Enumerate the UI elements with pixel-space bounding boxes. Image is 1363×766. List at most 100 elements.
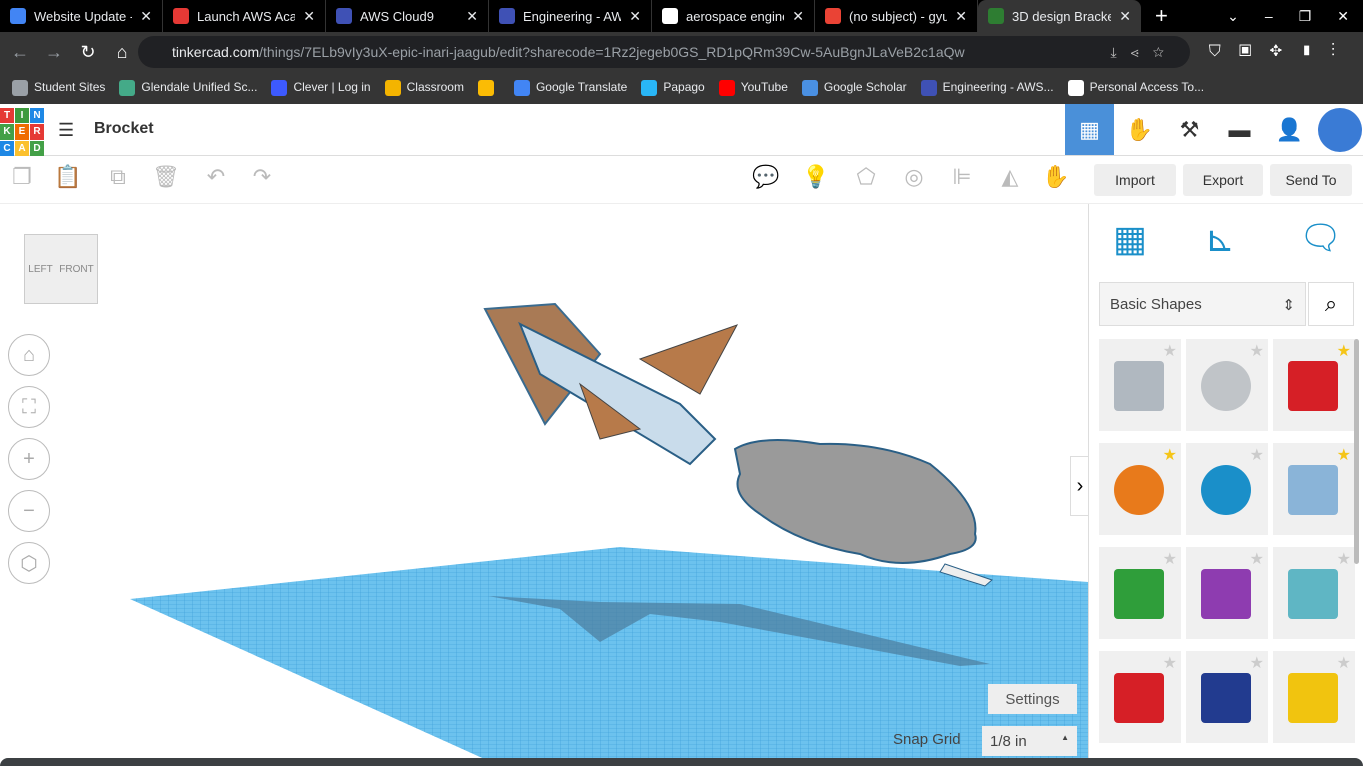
bookmark-item[interactable]: Glendale Unified Sc...: [119, 80, 257, 96]
align-icon[interactable]: ⊫: [946, 164, 978, 196]
browser-tab[interactable]: (no subject) - gyun ✕: [815, 0, 978, 32]
favorite-star-icon[interactable]: ★: [1250, 341, 1264, 361]
view-cube[interactable]: LEFT FRONT: [24, 234, 98, 304]
bookmark-item[interactable]: Engineering - AWS...: [920, 80, 1054, 96]
3d-view-button[interactable]: ▦: [1065, 104, 1114, 155]
copy-icon[interactable]: ❐: [6, 164, 38, 196]
bookmark-item[interactable]: Clever | Log in: [271, 80, 371, 96]
shape-category-select[interactable]: Basic Shapes ⇕: [1099, 282, 1306, 326]
zoom-in-icon[interactable]: +: [8, 438, 50, 480]
tab-search-icon[interactable]: ⌄: [1227, 8, 1239, 25]
bookmark-item[interactable]: [477, 80, 500, 96]
forward-icon[interactable]: →: [38, 42, 70, 63]
browser-tab[interactable]: Launch AWS Acad ✕: [163, 0, 326, 32]
cruise-icon[interactable]: ✋: [1040, 164, 1072, 196]
search-shapes-button[interactable]: ⌕: [1308, 282, 1354, 326]
favorite-star-icon[interactable]: ★: [1337, 549, 1351, 569]
restore-icon[interactable]: ❐: [1299, 8, 1312, 25]
group-icon[interactable]: ⬠: [850, 164, 882, 196]
minimize-icon[interactable]: –: [1265, 8, 1273, 24]
shape-scribble[interactable]: ★: [1273, 443, 1355, 535]
delete-icon[interactable]: 🗑: [150, 164, 182, 196]
url-input[interactable]: tinkercad.com/things/7ELb9vIy3uX-epic-in…: [138, 36, 1190, 68]
lightbulb-icon[interactable]: 💡: [800, 164, 832, 196]
zoom-out-icon[interactable]: −: [8, 490, 50, 532]
workplane-icon[interactable]: ▦: [1113, 218, 1147, 260]
workplane-viewport[interactable]: LEFT FRONT ⌂ ⛶ + − ⬡ Settings Snap Grid 1…: [0, 204, 1088, 766]
import-button[interactable]: Import: [1094, 164, 1176, 196]
duplicate-icon[interactable]: ⧉: [102, 164, 134, 196]
ungroup-icon[interactable]: ◎: [898, 164, 930, 196]
fit-view-icon[interactable]: ⛶: [8, 386, 50, 428]
reload-icon[interactable]: ↻: [72, 42, 104, 63]
tab-close-icon[interactable]: ✕: [629, 8, 641, 25]
shape-text[interactable]: ★: [1099, 651, 1181, 743]
home-icon[interactable]: ⌂: [106, 42, 138, 63]
favorite-star-icon[interactable]: ★: [1250, 445, 1264, 465]
back-icon[interactable]: ←: [4, 42, 36, 63]
tab-close-icon[interactable]: ✕: [1119, 8, 1131, 25]
browser-tab[interactable]: Website Update - 1 ✕: [0, 0, 163, 32]
shape-cone[interactable]: ★: [1186, 547, 1268, 639]
favorite-star-icon[interactable]: ★: [1163, 653, 1177, 673]
perspective-icon[interactable]: ⬡: [8, 542, 50, 584]
add-user-icon[interactable]: 👤: [1265, 104, 1314, 155]
tinkercad-logo[interactable]: TINKERCAD: [0, 108, 44, 156]
bricks-icon[interactable]: ▬: [1215, 104, 1264, 155]
favorite-star-icon[interactable]: ★: [1250, 653, 1264, 673]
bookmark-item[interactable]: Personal Access To...: [1067, 80, 1204, 96]
bookmark-item[interactable]: Student Sites: [12, 80, 105, 96]
paste-icon[interactable]: 📋: [52, 164, 84, 196]
pickaxe-icon[interactable]: ⚒: [1165, 104, 1214, 155]
settings-button[interactable]: Settings: [988, 684, 1077, 714]
bookmark-item[interactable]: YouTube: [718, 80, 788, 96]
favorite-star-icon[interactable]: ★: [1163, 549, 1177, 569]
bookmark-item[interactable]: Google Scholar: [801, 80, 907, 96]
favorite-star-icon[interactable]: ★: [1337, 653, 1351, 673]
notes-panel-icon[interactable]: 🗨: [1299, 218, 1342, 258]
favorite-star-icon[interactable]: ★: [1250, 549, 1264, 569]
close-window-icon[interactable]: ✕: [1337, 8, 1349, 25]
bookmark-item[interactable]: Google Translate: [513, 80, 627, 96]
panel-scrollbar[interactable]: [1354, 339, 1359, 564]
tab-close-icon[interactable]: ✕: [955, 8, 967, 25]
bookmark-item[interactable]: Classroom: [384, 80, 464, 96]
export-button[interactable]: Export: [1183, 164, 1263, 196]
bookmark-item[interactable]: Papago: [641, 80, 705, 96]
favorite-star-icon[interactable]: ★: [1337, 445, 1351, 465]
shape-roof[interactable]: ★: [1099, 547, 1181, 639]
shape-sphere[interactable]: ★: [1186, 443, 1268, 535]
shape-box-hole[interactable]: ★: [1099, 339, 1181, 431]
favorite-star-icon[interactable]: ★: [1163, 445, 1177, 465]
browser-tab[interactable]: 3D design Bracket ✕: [978, 0, 1141, 32]
shape-cylinder-hole[interactable]: ★: [1186, 339, 1268, 431]
tab-close-icon[interactable]: ✕: [792, 8, 804, 25]
send-to-button[interactable]: Send To: [1270, 164, 1352, 196]
blocks-view-icon[interactable]: ✋: [1115, 104, 1164, 155]
snap-grid-select[interactable]: 1/8 in ▲: [982, 726, 1077, 756]
redo-icon[interactable]: ↷: [246, 164, 278, 196]
shape-round-roof[interactable]: ★: [1273, 547, 1355, 639]
home-view-icon[interactable]: ⌂: [8, 334, 50, 376]
design-list-icon[interactable]: ☰: [58, 120, 74, 141]
favorite-star-icon[interactable]: ★: [1163, 341, 1177, 361]
notes-icon[interactable]: 💬: [750, 164, 782, 196]
undo-icon[interactable]: ↶: [200, 164, 232, 196]
shape-polygon[interactable]: ★: [1186, 651, 1268, 743]
browser-tab[interactable]: aerospace enginee ✕: [652, 0, 815, 32]
mirror-icon[interactable]: ◭: [994, 164, 1026, 196]
collapse-panel-button[interactable]: ›: [1070, 456, 1088, 516]
tab-close-icon[interactable]: ✕: [140, 8, 152, 25]
shape-box[interactable]: ★: [1273, 339, 1355, 431]
new-tab-button[interactable]: +: [1155, 3, 1168, 29]
share-star-icons[interactable]: ⤓⋖☆: [1110, 44, 1178, 61]
favorite-star-icon[interactable]: ★: [1337, 341, 1351, 361]
tab-close-icon[interactable]: ✕: [303, 8, 315, 25]
ruler-icon[interactable]: ⊾: [1205, 218, 1235, 260]
tab-close-icon[interactable]: ✕: [466, 8, 478, 25]
design-title[interactable]: Brocket: [94, 120, 154, 138]
shape-pyramid[interactable]: ★: [1273, 651, 1355, 743]
browser-tab[interactable]: AWS Cloud9 ✕: [326, 0, 489, 32]
browser-tab[interactable]: Engineering - AWS ✕: [489, 0, 652, 32]
extension-icons[interactable]: ⛉▣✥▮⋮: [1209, 43, 1353, 61]
